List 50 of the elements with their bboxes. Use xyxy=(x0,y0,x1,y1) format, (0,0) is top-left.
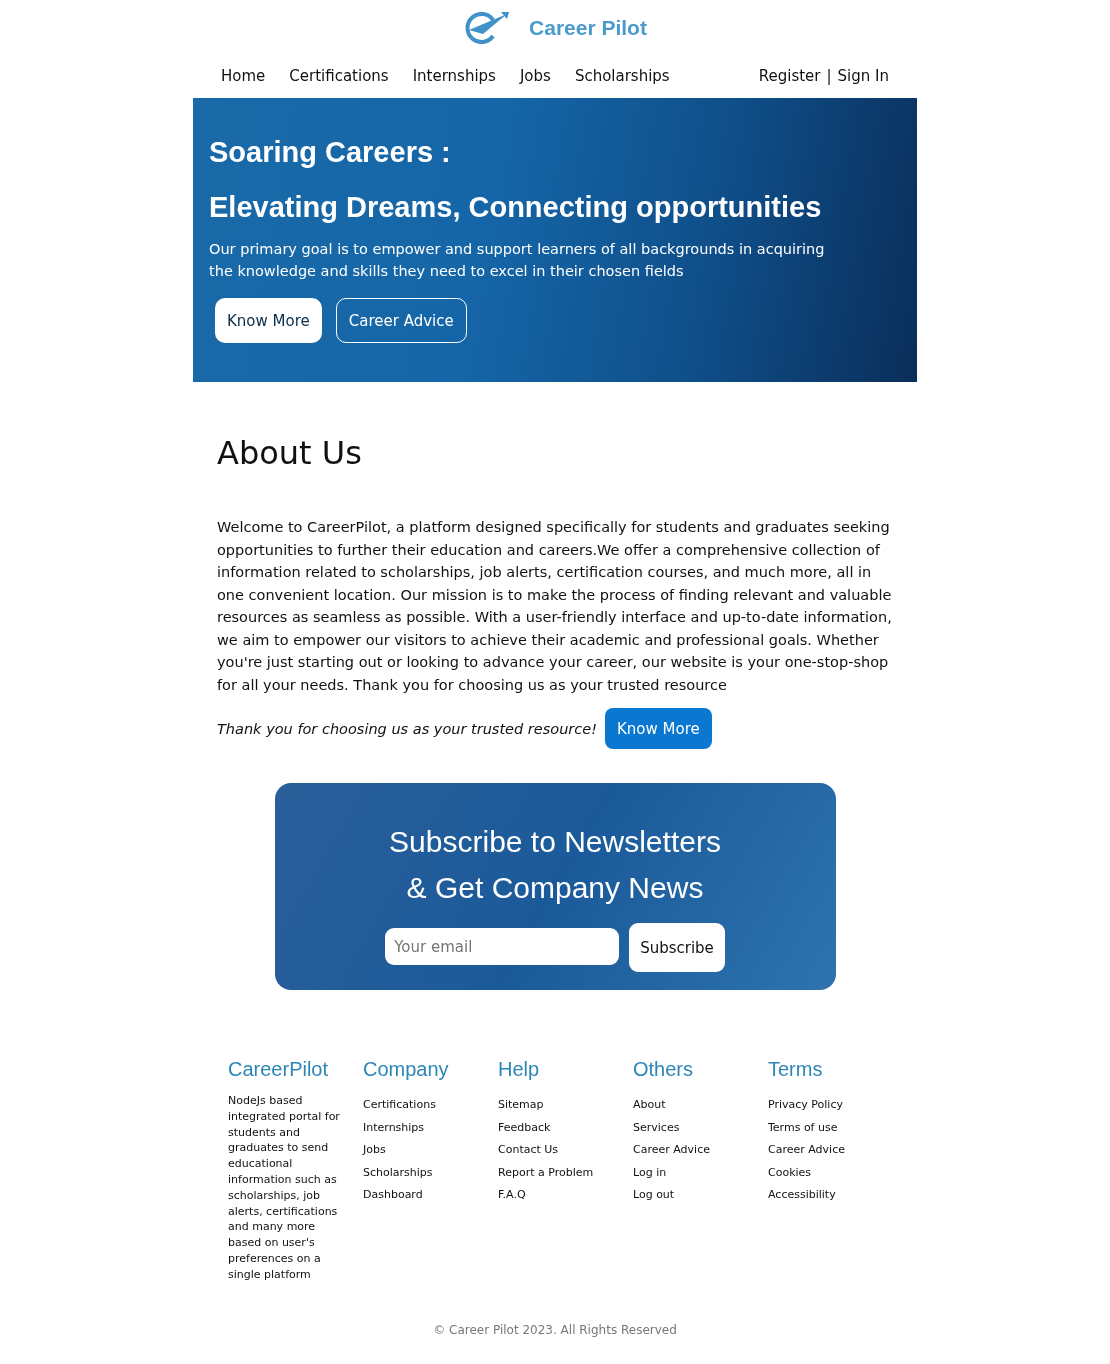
nav-link[interactable]: Home xyxy=(221,67,266,85)
footer-link[interactable]: Certifications xyxy=(363,1097,498,1113)
tagline: Thank you for choosing us as your trusted resource! xyxy=(217,720,597,737)
footer-link[interactable]: Dashboard xyxy=(363,1187,498,1203)
footer-link[interactable]: About xyxy=(633,1097,768,1113)
nav-link[interactable]: Jobs xyxy=(519,67,551,85)
email-field[interactable]: Your email xyxy=(385,928,620,965)
copyright-text: © Career Pilot 2023. All Rights Reserved xyxy=(433,1322,677,1337)
hero-text: Our primary goal is to empower and support learners of all backgrounds in acquiring the knowledge and skills they need to excel in their chosen fields xyxy=(209,240,826,281)
footer-link[interactable]: Sitemap xyxy=(498,1097,633,1113)
hero-subtitle: Elevating Dreams, Connecting opportunities xyxy=(209,191,823,224)
footer-link[interactable]: Accessibility xyxy=(768,1187,903,1203)
newsletter-title: Subscribe to Newsletters xyxy=(389,824,721,860)
footer-heading: Terms xyxy=(768,1058,824,1081)
footer-link[interactable]: Log in xyxy=(633,1164,768,1180)
hero-button[interactable]: Career Advice xyxy=(335,298,467,343)
footer-link[interactable]: Log out xyxy=(633,1187,768,1203)
footer-link[interactable]: Services xyxy=(633,1119,768,1135)
footer-link[interactable]: Jobs xyxy=(363,1142,498,1158)
separator-text: | xyxy=(826,67,832,85)
know-more-button[interactable]: Know More xyxy=(605,708,712,749)
footer-link[interactable]: Internships xyxy=(363,1119,498,1135)
hero-button[interactable]: Know More xyxy=(215,298,322,343)
footer-heading: Help xyxy=(498,1058,541,1081)
nav-link[interactable]: Scholarships xyxy=(574,67,670,85)
footer-heading: Company xyxy=(363,1058,450,1081)
footer-link[interactable]: Career Advice xyxy=(768,1142,903,1158)
nav-link[interactable]: Certifications xyxy=(289,67,389,85)
footer-link[interactable]: Terms of use xyxy=(768,1119,903,1135)
nav-link[interactable]: Internships xyxy=(412,67,496,85)
subscribe-button[interactable]: Subscribe xyxy=(629,923,725,972)
footer-link[interactable]: Report a Problem xyxy=(498,1164,633,1180)
paper-plane-logo-icon xyxy=(463,10,512,46)
account-link[interactable]: Sign In xyxy=(837,67,889,85)
footer-link[interactable]: Career Advice xyxy=(633,1142,768,1158)
brand-name: Career Pilot xyxy=(529,16,647,40)
footer-link[interactable]: F.A.Q xyxy=(498,1187,633,1203)
footer-description: NodeJs based integrated portal for students and graduates to send educational information such as scholarships, job alerts, certifications and many more based on user's preferences on a single platform xyxy=(228,1093,341,1283)
footer-link[interactable]: Scholarships xyxy=(363,1164,498,1180)
footer-heading: CareerPilot xyxy=(228,1058,330,1081)
newsletter-title: & Get Company News xyxy=(406,870,704,906)
hero-title: Soaring Careers : xyxy=(209,136,452,169)
footer-heading: Others xyxy=(633,1058,695,1081)
about-title: About Us xyxy=(217,434,363,472)
footer-link[interactable]: Contact Us xyxy=(498,1142,633,1158)
footer-link[interactable]: Feedback xyxy=(498,1119,633,1135)
footer-link[interactable]: Privacy Policy xyxy=(768,1097,903,1113)
about-text: Welcome to CareerPilot, a platform designed specifically for students and graduates seeking opportunities to further their education and careers.We offer a comprehensive collection of information related to scholarships, job alerts, certification courses, and much more, all in one convenient location. Our mission is to make the process of finding relevant and valuable resources as seamless as possible. With a user-friendly interface and up-to-date information, we aim to empower our visitors to achieve their academic and professional goals. Whether you're just starting out or looking to advance your career, our website is your one-stop-shop for all your needs. Thank you for choosing us as your trusted resource xyxy=(217,518,893,695)
footer-link[interactable]: Cookies xyxy=(768,1164,903,1180)
account-link[interactable]: Register xyxy=(758,67,821,85)
